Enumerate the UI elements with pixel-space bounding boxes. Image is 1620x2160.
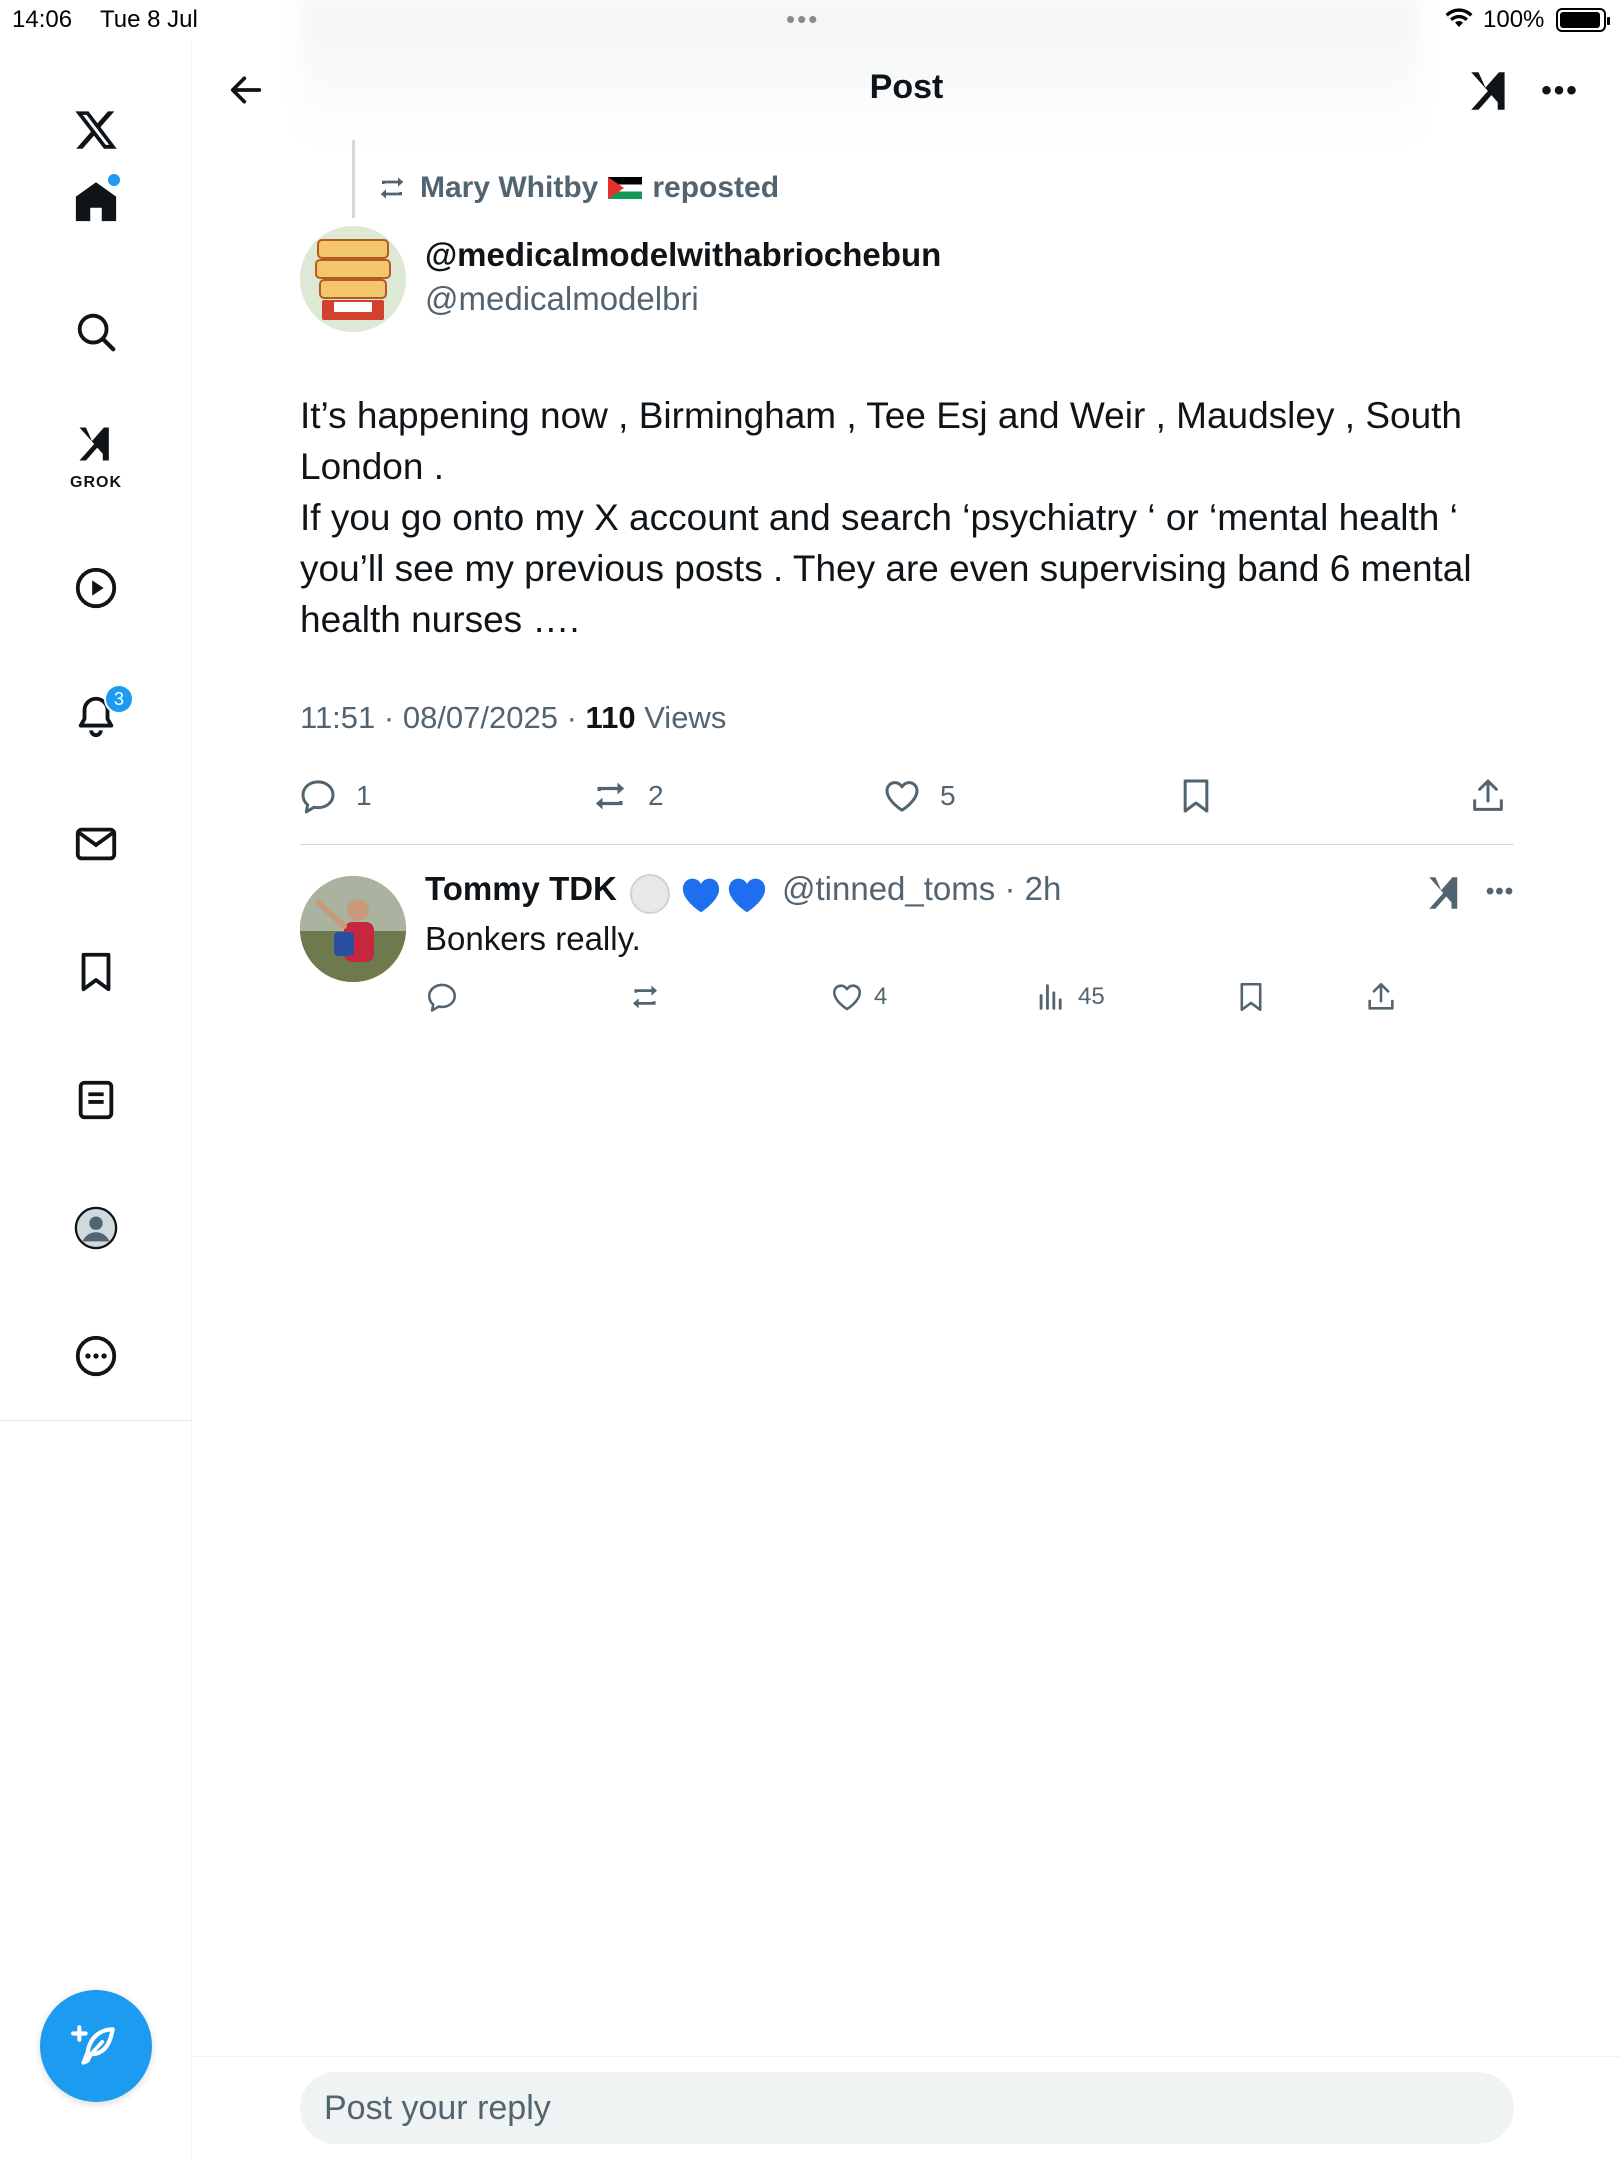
sidebar-item-bookmarks[interactable]	[54, 930, 138, 1014]
repost-icon	[632, 985, 658, 1009]
grok-label: GROK	[70, 474, 122, 491]
reply-like-count: 4	[874, 983, 888, 1010]
grok-icon[interactable]	[1424, 872, 1466, 914]
post-divider	[300, 844, 1514, 845]
post-header: Post •••	[193, 40, 1620, 140]
reply-text: Bonkers really.	[425, 920, 641, 957]
reply-reply-button[interactable]	[425, 980, 469, 1014]
repost-icon	[380, 177, 404, 199]
reply-bookmark-button[interactable]	[1234, 980, 1278, 1014]
battery-icon	[1556, 8, 1610, 32]
sidebar-item-profile[interactable]	[54, 1186, 138, 1270]
sidebar-item-lists[interactable]	[54, 1058, 138, 1142]
sidebar: GROK 3	[0, 40, 192, 2160]
wifi-icon	[1444, 6, 1474, 37]
bookmark-icon	[1240, 982, 1262, 1012]
sidebar-item-grok[interactable]: GROK	[54, 412, 138, 496]
reply-button[interactable]: 1	[298, 776, 372, 816]
reply-input[interactable]	[300, 2072, 1514, 2144]
compose-post-button[interactable]	[40, 1990, 152, 2102]
search-icon	[77, 313, 116, 352]
reply-like-button[interactable]: 4	[830, 980, 887, 1014]
author-handle[interactable]: @medicalmodelbri	[425, 280, 699, 318]
list-icon	[78, 1080, 114, 1120]
reply-icon	[301, 780, 335, 814]
reply-repost-button[interactable]	[628, 980, 672, 1014]
views-count: 110	[585, 700, 636, 735]
home-unread-dot	[108, 174, 120, 186]
post-text: It’s happening now , Birmingham , Tee Es…	[300, 390, 1520, 645]
reply-author-avatar[interactable]	[300, 876, 406, 982]
white-circle-emoji	[630, 874, 670, 914]
sidebar-item-home[interactable]	[54, 160, 138, 244]
battery-percentage: 100%	[1483, 6, 1545, 33]
grok-icon	[79, 427, 109, 461]
palestine-flag-icon	[608, 177, 643, 199]
mail-icon	[75, 827, 117, 861]
repost-button[interactable]: 2	[590, 776, 664, 816]
thread-connector-line	[352, 140, 355, 218]
bookmark-button[interactable]	[1176, 776, 1234, 816]
repost-icon	[595, 782, 625, 810]
share-icon	[1368, 982, 1394, 1010]
like-count: 5	[940, 780, 956, 811]
play-icon	[75, 567, 117, 609]
analytics-icon	[1039, 984, 1062, 1010]
sidebar-item-messages[interactable]	[54, 802, 138, 886]
status-date: Tue 8 Jul	[100, 6, 198, 33]
repost-count: 2	[648, 780, 664, 811]
heart-icon	[885, 781, 919, 812]
author-name[interactable]: @medicalmodelwithabriochebun	[425, 236, 941, 274]
blue-heart-emoji	[728, 878, 766, 913]
more-options-icon[interactable]: •••	[1533, 66, 1587, 116]
bookmark-icon	[81, 952, 111, 992]
share-button[interactable]	[1468, 776, 1526, 816]
more-circle-icon	[75, 1335, 117, 1377]
like-button[interactable]: 5	[882, 776, 956, 816]
reply-share-button[interactable]	[1364, 980, 1408, 1014]
sidebar-divider	[0, 1420, 192, 1421]
author-avatar[interactable]	[300, 226, 406, 332]
reply-more-options-icon[interactable]: •••	[1480, 872, 1520, 912]
reply-count: 1	[356, 780, 372, 811]
sidebar-item-video[interactable]	[54, 546, 138, 630]
notification-badge: 3	[104, 684, 134, 714]
post-text-paragraph: It’s happening now , Birmingham , Tee Es…	[300, 395, 1463, 487]
reply-views-count: 45	[1078, 983, 1105, 1010]
views-label: Views	[644, 700, 727, 735]
feather-plus-icon	[71, 2025, 115, 2065]
heart-icon	[832, 984, 862, 1011]
sidebar-item-explore[interactable]	[54, 290, 138, 374]
repost-indicator[interactable]: Mary Whitby reposted	[376, 168, 779, 208]
reposted-label: reposted	[652, 171, 780, 204]
multitasking-dots-icon[interactable]: •••	[786, 4, 819, 35]
bookmark-icon	[1183, 779, 1209, 813]
post-timestamp[interactable]: 11:51 · 08/07/2025 ·	[300, 700, 577, 735]
blue-heart-emoji	[682, 878, 720, 913]
reply-icon	[427, 983, 457, 1012]
post-text-paragraph: If you go onto my X account and search ‘…	[300, 497, 1472, 640]
status-bar: 14:06 Tue 8 Jul ••• 100%	[0, 0, 1620, 40]
grok-icon[interactable]	[1465, 66, 1515, 116]
reply-author-handle[interactable]: @tinned_toms · 2h	[782, 870, 1061, 908]
page-title: Post	[869, 68, 944, 106]
sidebar-item-notifications[interactable]: 3	[54, 674, 138, 758]
post-meta: 11:51 · 08/07/2025 · 110 Views	[300, 700, 726, 736]
share-icon	[1473, 779, 1503, 811]
reply-bar-divider	[193, 2056, 1620, 2057]
profile-icon	[74, 1206, 118, 1250]
reposted-by-name: Mary Whitby	[420, 171, 599, 204]
status-time: 14:06	[12, 6, 73, 33]
reply-views-button[interactable]: 45	[1034, 980, 1105, 1014]
reply-author-name[interactable]: Tommy TDK	[425, 870, 617, 908]
sidebar-item-more[interactable]	[54, 1314, 138, 1398]
